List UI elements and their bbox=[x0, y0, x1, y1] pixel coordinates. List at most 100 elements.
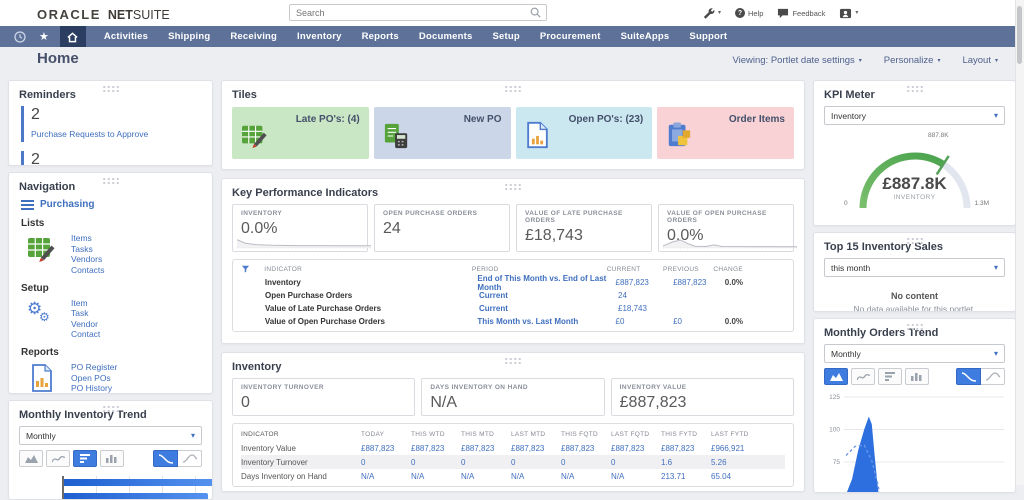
scrollbar-thumb[interactable] bbox=[1017, 6, 1022, 64]
kpi-previous-link[interactable]: £887,823 bbox=[673, 278, 725, 287]
global-search[interactable] bbox=[289, 4, 547, 21]
nav-item-reports[interactable]: Reports bbox=[352, 31, 409, 42]
nav-link-po-register[interactable]: PO Register bbox=[71, 362, 152, 373]
trend-toggle-off[interactable] bbox=[981, 368, 1005, 385]
portlet-drag-handle[interactable] bbox=[504, 357, 522, 365]
kpi-card-late-po-value[interactable]: VALUE OF LATE PURCHASE ORDERS £18,743 bbox=[516, 204, 652, 252]
filter-icon[interactable] bbox=[241, 265, 264, 275]
home-tab[interactable] bbox=[60, 26, 86, 47]
reminder-item[interactable]: 2 Purchase Order to Approve bbox=[21, 151, 202, 166]
nav-link-task[interactable]: Task bbox=[71, 308, 100, 319]
tile-order-items[interactable]: Order Items bbox=[657, 107, 794, 159]
inventory-value-link[interactable]: N/A bbox=[511, 472, 561, 481]
quick-menu-button[interactable]: ▾ bbox=[702, 7, 721, 20]
nav-link-vendors[interactable]: Vendors bbox=[71, 254, 105, 265]
chart-type-area-button[interactable] bbox=[19, 450, 43, 467]
chart-type-area-button[interactable] bbox=[824, 368, 848, 385]
nav-link-items[interactable]: Items bbox=[71, 233, 105, 244]
inventory-card-turnover[interactable]: INVENTORY TURNOVER 0 bbox=[232, 378, 415, 416]
chart-type-line-button[interactable] bbox=[46, 450, 70, 467]
portlet-drag-handle[interactable] bbox=[102, 177, 120, 185]
purchasing-link[interactable]: Purchasing bbox=[21, 199, 202, 210]
inventory-value-link[interactable]: 0 bbox=[511, 458, 561, 467]
kpi-period-link[interactable]: End of This Month vs. End of Last Month bbox=[477, 274, 615, 292]
orders-trend-period-select[interactable]: Monthly▾ bbox=[824, 344, 1005, 363]
tile-new-po[interactable]: New PO bbox=[374, 107, 511, 159]
portlet-drag-handle[interactable] bbox=[906, 85, 924, 93]
nav-item-activities[interactable]: Activities bbox=[94, 31, 158, 42]
help-button[interactable]: ? Help bbox=[735, 8, 763, 18]
chart-type-line-button[interactable] bbox=[851, 368, 875, 385]
layout-dropdown[interactable]: Layout▾ bbox=[962, 55, 998, 66]
tile-late-pos[interactable]: Late PO's: (4) bbox=[232, 107, 369, 159]
kpi-period-link[interactable]: This Month vs. Last Month bbox=[477, 317, 615, 326]
inventory-value-link[interactable]: N/A bbox=[361, 472, 411, 481]
inventory-value-link[interactable]: 0 bbox=[561, 458, 611, 467]
chart-type-column-button[interactable] bbox=[905, 368, 929, 385]
inventory-value-link[interactable]: £887,823 bbox=[661, 444, 711, 453]
tile-open-pos[interactable]: Open PO's: (23) bbox=[516, 107, 653, 159]
kpi-period-link[interactable]: Current bbox=[479, 291, 618, 300]
nav-link-open-pos[interactable]: Open POs bbox=[71, 373, 152, 384]
inventory-value-link[interactable]: £887,823 bbox=[411, 444, 461, 453]
trend-toggle-on[interactable] bbox=[153, 450, 178, 467]
kpi-card-open-purchase-orders[interactable]: OPEN PURCHASE ORDERS 24 bbox=[374, 204, 510, 252]
search-input[interactable] bbox=[290, 8, 530, 18]
portlet-drag-handle[interactable] bbox=[504, 85, 522, 93]
top15-period-select[interactable]: this month▾ bbox=[824, 258, 1005, 277]
inventory-card-days-on-hand[interactable]: DAYS INVENTORY ON HAND N/A bbox=[421, 378, 604, 416]
inventory-value-link[interactable]: £887,823 bbox=[511, 444, 561, 453]
shortcuts-star-icon[interactable]: ★ bbox=[39, 30, 49, 43]
chart-type-column-button[interactable] bbox=[100, 450, 124, 467]
portlet-drag-handle[interactable] bbox=[102, 85, 120, 93]
inventory-value-link[interactable]: 0 bbox=[361, 458, 411, 467]
kpi-current-link[interactable]: £887,823 bbox=[616, 278, 674, 287]
inventory-value-link[interactable]: 65.04 bbox=[711, 472, 761, 481]
recent-records-clock-icon[interactable] bbox=[14, 31, 26, 43]
inventory-value-link[interactable]: £887,823 bbox=[561, 444, 611, 453]
kpi-current-link[interactable]: £0 bbox=[616, 317, 674, 326]
inventory-value-link[interactable]: 1.6 bbox=[661, 458, 711, 467]
personalize-dropdown[interactable]: Personalize▾ bbox=[884, 55, 941, 66]
inventory-value-link[interactable]: 0 bbox=[611, 458, 661, 467]
inventory-value-link[interactable]: N/A bbox=[561, 472, 611, 481]
kpi-previous-link[interactable]: £0 bbox=[673, 317, 725, 326]
nav-item-suiteapps[interactable]: SuiteApps bbox=[611, 31, 680, 42]
portlet-drag-handle[interactable] bbox=[906, 323, 924, 331]
nav-item-inventory[interactable]: Inventory bbox=[287, 31, 352, 42]
inventory-value-link[interactable]: 5.26 bbox=[711, 458, 761, 467]
kpi-card-inventory[interactable]: INVENTORY 0.0% bbox=[232, 204, 368, 252]
nav-link-item[interactable]: Item bbox=[71, 298, 100, 309]
nav-item-receiving[interactable]: Receiving bbox=[220, 31, 287, 42]
nav-item-shipping[interactable]: Shipping bbox=[158, 31, 220, 42]
inventory-value-link[interactable]: N/A bbox=[461, 472, 511, 481]
portlet-drag-handle[interactable] bbox=[504, 183, 522, 191]
nav-link-contact[interactable]: Contact bbox=[71, 329, 100, 340]
inventory-value-link[interactable]: £887,823 bbox=[361, 444, 411, 453]
portlet-drag-handle[interactable] bbox=[906, 237, 924, 245]
kpi-period-link[interactable]: Current bbox=[479, 304, 618, 313]
nav-link-po-history[interactable]: PO History bbox=[71, 383, 152, 394]
nav-item-support[interactable]: Support bbox=[679, 31, 737, 42]
kpi-current-link[interactable]: 24 bbox=[618, 291, 676, 300]
chart-type-hbar-button[interactable] bbox=[878, 368, 902, 385]
reminder-item[interactable]: 2 Purchase Requests to Approve bbox=[21, 106, 202, 142]
inventory-trend-period-select[interactable]: Monthly▾ bbox=[19, 426, 202, 445]
page-scrollbar[interactable] bbox=[1015, 0, 1024, 485]
nav-link-tasks[interactable]: Tasks bbox=[71, 244, 105, 255]
inventory-card-value[interactable]: INVENTORY VALUE £887,823 bbox=[611, 378, 794, 416]
viewing-dropdown[interactable]: Viewing: Portlet date settings▾ bbox=[732, 55, 861, 66]
inventory-value-link[interactable]: 0 bbox=[461, 458, 511, 467]
nav-link-contacts[interactable]: Contacts bbox=[71, 265, 105, 276]
user-menu-button[interactable]: ▾ bbox=[839, 7, 858, 19]
nav-item-setup[interactable]: Setup bbox=[482, 31, 529, 42]
portlet-drag-handle[interactable] bbox=[102, 405, 120, 413]
inventory-value-link[interactable]: £966,921 bbox=[711, 444, 761, 453]
inventory-value-link[interactable]: N/A bbox=[611, 472, 661, 481]
inventory-value-link[interactable]: £887,823 bbox=[461, 444, 511, 453]
nav-link-vendor[interactable]: Vendor bbox=[71, 319, 100, 330]
inventory-value-link[interactable]: 0 bbox=[411, 458, 461, 467]
kpi-current-link[interactable]: £18,743 bbox=[618, 304, 676, 313]
feedback-button[interactable]: Feedback bbox=[777, 8, 825, 19]
nav-item-procurement[interactable]: Procurement bbox=[530, 31, 611, 42]
